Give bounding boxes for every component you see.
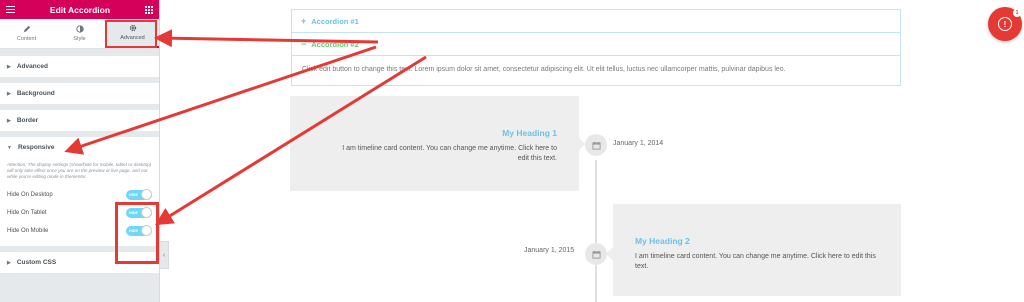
notification-badge: 1	[1013, 9, 1021, 17]
notification-button[interactable]: ! 1	[988, 7, 1022, 41]
panel-title: Edit Accordion	[49, 4, 111, 15]
tab-style[interactable]: Style	[53, 19, 106, 48]
section-label: Custom CSS	[16, 259, 57, 266]
caret-right-icon: ▶	[7, 90, 11, 97]
section-label: Border	[16, 117, 39, 124]
card-text: I am timeline card content. You can chan…	[635, 253, 876, 270]
section-border[interactable]: ▶ Border	[0, 110, 159, 131]
widgets-grid-icon[interactable]	[144, 5, 153, 14]
timeline-card-1[interactable]: My Heading 1 I am timeline card content.…	[290, 96, 579, 191]
caret-down-icon: ▼	[7, 144, 12, 151]
card-text: I am timeline card content. You can chan…	[342, 145, 557, 162]
calendar-icon	[585, 243, 607, 265]
responsive-note: Attention: The display settings (show/hi…	[7, 162, 152, 179]
card-heading: My Heading 2	[635, 236, 690, 246]
calendar-icon	[585, 134, 607, 156]
card-pointer	[606, 247, 613, 261]
toggles-highlight-box	[115, 202, 159, 264]
accordion-item-2[interactable]: − Accordion #2	[292, 33, 900, 56]
collapse-panel-handle[interactable]: ‹	[160, 241, 169, 269]
pencil-icon	[23, 25, 30, 33]
timeline-date: January 1, 2015	[524, 247, 575, 254]
timeline-card-2[interactable]: My Heading 2 I am timeline card content.…	[613, 204, 901, 296]
toggle-label: Hide On Tablet	[7, 210, 47, 216]
panel-header: Edit Accordion	[0, 0, 159, 19]
contrast-icon	[75, 25, 84, 33]
card-heading: My Heading 1	[502, 128, 557, 138]
alert-icon: !	[998, 17, 1012, 31]
accordion-title: Accordion #2	[311, 39, 359, 49]
section-advanced[interactable]: ▶ Advanced	[0, 56, 159, 77]
chevron-left-icon: ‹	[162, 251, 166, 259]
hamburger-menu-icon[interactable]	[6, 6, 15, 13]
card-pointer	[578, 137, 585, 151]
section-background[interactable]: ▶ Background	[0, 83, 159, 104]
section-responsive[interactable]: ▼ Responsive	[0, 137, 159, 158]
toggle-label: Hide On Desktop	[7, 192, 53, 198]
accordion-content: Click edit button to change this text. L…	[302, 66, 786, 73]
minus-icon: −	[301, 39, 307, 49]
caret-right-icon: ▶	[7, 63, 11, 70]
timeline-date: January 1, 2014	[613, 140, 664, 147]
caret-right-icon: ▶	[7, 117, 11, 124]
tab-content[interactable]: Content	[0, 19, 53, 48]
accordion-item-1[interactable]: + Accordion #1	[292, 10, 900, 33]
hide-desktop-toggle[interactable]: HIDE	[126, 189, 152, 200]
plus-icon: +	[301, 16, 307, 26]
advanced-tab-highlight-box	[105, 20, 157, 48]
section-label: Background	[16, 90, 55, 97]
accordion-title: Accordion #1	[311, 16, 359, 26]
section-label: Advanced	[16, 63, 48, 70]
tab-label: Content	[16, 36, 37, 42]
caret-right-icon: ▶	[7, 259, 11, 266]
timeline-line	[595, 160, 597, 302]
toggle-label: Hide On Mobile	[7, 228, 49, 234]
section-label: Responsive	[17, 144, 55, 151]
tab-label: Style	[73, 36, 86, 42]
accordion-widget: + Accordion #1 − Accordion #2 Click edit…	[291, 9, 901, 86]
